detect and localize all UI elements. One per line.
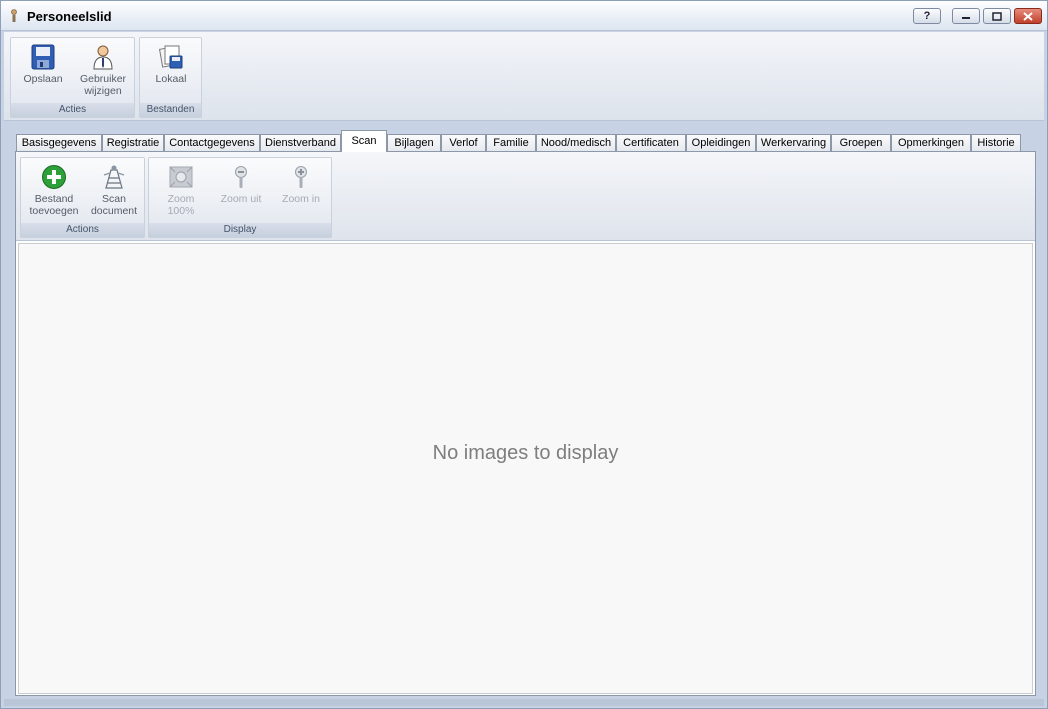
window-title: Personeelslid [27,9,112,24]
scan-tab-panel: Bestand toevoegen Scan document Actions [15,151,1036,696]
local-files-icon [158,45,183,69]
maximize-icon [992,11,1002,21]
image-viewer[interactable]: No images to display [18,243,1033,694]
zoom-in-icon [295,166,307,188]
zoom-out-icon [235,166,247,188]
title-bar[interactable]: Personeelslid ? [1,1,1047,31]
minimize-icon [962,17,970,19]
tab-werkervaring[interactable]: Werkervaring [756,134,831,152]
minimize-button[interactable] [952,8,980,24]
scan-group-actions: Bestand toevoegen Scan document Actions [20,157,145,238]
tab-dienstverband[interactable]: Dienstverband [260,134,341,152]
ribbon-group-bestanden: Lokaal Bestanden [139,37,202,118]
group-label-acties: Acties [11,103,134,117]
zoom-100-icon [169,166,193,188]
local-files-button[interactable]: Lokaal [147,44,195,85]
scan-document-button[interactable]: Scan document [87,164,141,217]
tab-opleidingen[interactable]: Opleidingen [686,134,756,152]
tab-nood-medisch[interactable]: Nood/medisch [536,134,616,152]
close-icon [1023,11,1033,21]
maximize-button[interactable] [983,8,1011,24]
group-label-actions: Actions [21,223,144,237]
main-ribbon: Opslaan Gebruiker wijzigen Acties Lokaal… [4,32,1044,121]
local-files-label: Lokaal [155,73,187,85]
scan-group-display: Zoom 100% Zoom uit Zoom in Display [148,157,332,238]
window-bottom-edge [4,699,1044,706]
tab-bijlagen[interactable]: Bijlagen [387,134,441,152]
scan-ribbon: Bestand toevoegen Scan document Actions [16,152,1035,241]
tab-strip: Basisgegevens Registratie Contactgegeven… [16,130,1036,152]
help-button[interactable]: ? [913,8,941,24]
tab-registratie[interactable]: Registratie [102,134,164,152]
zoom-100-label: Zoom 100% [167,193,195,217]
change-user-label: Gebruiker wijzigen [79,73,127,97]
add-icon [42,165,66,189]
user-icon [93,45,113,70]
tab-certificaten[interactable]: Certificaten [616,134,686,152]
save-icon [31,44,55,70]
empty-message: No images to display [432,442,619,464]
zoom-out-button[interactable]: Zoom uit [217,164,265,205]
tab-historie[interactable]: Historie [971,134,1021,152]
person-icon [11,9,17,22]
tab-basisgegevens[interactable]: Basisgegevens [16,134,102,152]
save-label: Opslaan [23,73,63,85]
window-controls: ? [910,8,1042,24]
close-button[interactable] [1014,8,1042,24]
add-file-button[interactable]: Bestand toevoegen [27,164,81,217]
tab-familie[interactable]: Familie [486,134,536,152]
save-button[interactable]: Opslaan [19,44,67,85]
tab-verlof[interactable]: Verlof [441,134,486,152]
change-user-button[interactable]: Gebruiker wijzigen [75,44,131,97]
group-label-display: Display [149,223,331,237]
tab-groepen[interactable]: Groepen [831,134,891,152]
tab-opmerkingen[interactable]: Opmerkingen [891,134,971,152]
zoom-in-label: Zoom in [282,193,320,205]
tab-contactgegevens[interactable]: Contactgegevens [164,134,260,152]
personeelslid-window: Personeelslid ? Opslaan Gebruiker wijzig… [0,0,1048,709]
ribbon-group-acties: Opslaan Gebruiker wijzigen Acties [10,37,135,118]
scanner-icon [103,165,125,189]
tab-scan[interactable]: Scan [341,130,387,152]
zoom-in-button[interactable]: Zoom in [277,164,325,205]
scan-document-label: Scan document [90,193,138,217]
zoom-out-label: Zoom uit [220,193,262,205]
zoom-100-button[interactable]: Zoom 100% [157,164,205,217]
add-file-label: Bestand toevoegen [29,193,79,217]
group-label-bestanden: Bestanden [140,103,201,117]
